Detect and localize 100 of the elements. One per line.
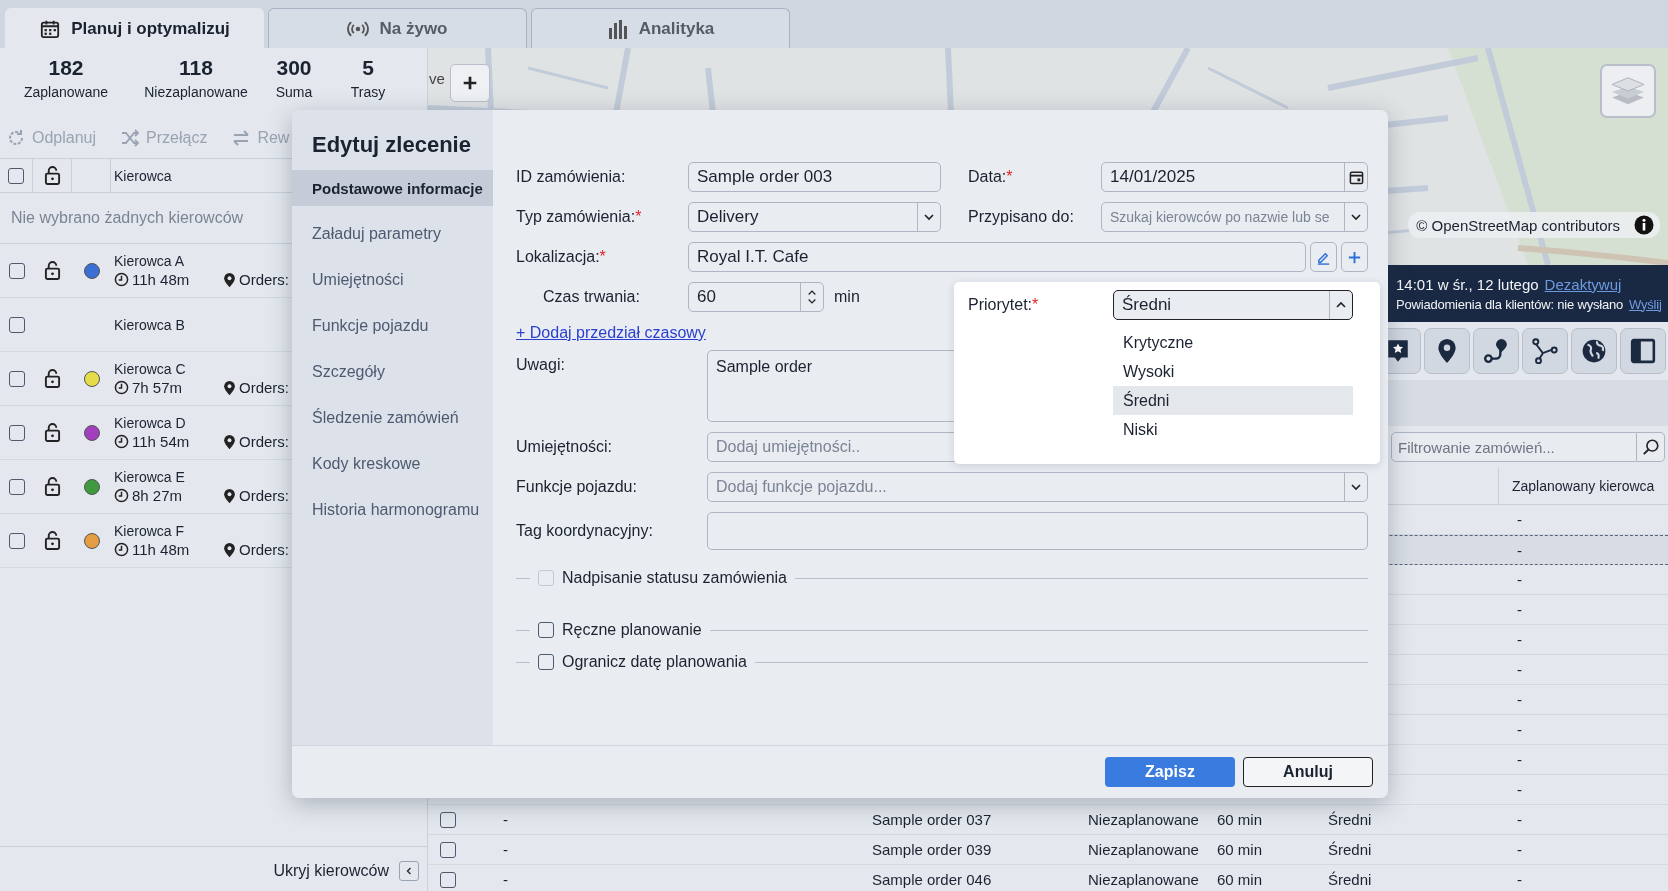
driver-name: Kierowca D xyxy=(114,415,186,431)
field-label: Typ zamówienia:* xyxy=(516,208,643,226)
chevron-down-icon xyxy=(923,211,935,223)
checkbox[interactable] xyxy=(8,262,25,279)
search-button[interactable] xyxy=(1637,432,1665,462)
filter-field[interactable]: Filtrowanie zamówień... xyxy=(1391,432,1637,462)
unit-label: min xyxy=(834,288,860,306)
column-header: Zaplanowany kierowca xyxy=(1512,478,1655,494)
collapse-button[interactable] xyxy=(399,861,419,881)
orders-label: Orders: xyxy=(239,541,289,558)
chevron-left-icon xyxy=(404,866,414,876)
orders-label: Orders: xyxy=(239,271,289,288)
tool-button[interactable] xyxy=(1571,328,1617,374)
table-row[interactable]: - Sample order 046 Niezaplanowane 60 min Średni - xyxy=(428,865,1668,891)
section-tab[interactable]: Kody kreskowe xyxy=(292,446,493,482)
clock-icon xyxy=(114,542,129,557)
checkbox[interactable] xyxy=(538,622,554,638)
globe-icon xyxy=(1581,338,1607,364)
section-tab[interactable]: Funkcje pojazdu xyxy=(292,308,493,344)
checkbox[interactable] xyxy=(538,654,554,670)
tool-button[interactable] xyxy=(1620,328,1666,374)
table-cell: - xyxy=(1517,691,1522,708)
checkbox[interactable] xyxy=(8,316,25,333)
field-label: ID zamówienia: xyxy=(516,168,627,186)
driver-name: Kierowca F xyxy=(114,523,185,539)
priority-option[interactable]: Średni xyxy=(1113,386,1353,415)
priority-select[interactable]: Średni xyxy=(1113,290,1353,320)
table-cell: - xyxy=(1517,841,1522,858)
checkbox[interactable] xyxy=(8,370,25,387)
table-cell: - xyxy=(1517,661,1522,678)
table-row[interactable]: - Sample order 039 Niezaplanowane 60 min Średni - xyxy=(428,835,1668,865)
date-field[interactable]: 14/01/2025 xyxy=(1101,162,1368,192)
checkbox[interactable] xyxy=(8,424,25,441)
calendar-icon[interactable] xyxy=(1348,169,1364,185)
tab[interactable]: Na żywo xyxy=(268,8,527,48)
location-field[interactable]: Royal I.T. Cafe xyxy=(688,242,1306,272)
driver-name: Kierowca E xyxy=(114,469,185,485)
notice-text: 14:01 w śr., 12 lutego xyxy=(1396,275,1539,293)
deactivate-link[interactable]: Dezaktywuj xyxy=(1544,275,1622,293)
save-button[interactable]: Zapisz xyxy=(1105,757,1235,787)
checkbox[interactable] xyxy=(440,871,456,888)
shuffle-icon xyxy=(120,128,141,148)
tool-button[interactable] xyxy=(1522,328,1568,374)
table-cell: - xyxy=(1517,721,1522,738)
checkbox[interactable] xyxy=(8,478,25,495)
tab[interactable]: Analityka xyxy=(531,8,790,48)
checkbox-label: Ogranicz datę planowania xyxy=(562,653,747,671)
table-row[interactable]: - Sample order 037 Niezaplanowane 60 min Średni - xyxy=(428,805,1668,835)
plus-icon xyxy=(461,74,479,92)
table-cell: Sample order 037 xyxy=(872,811,992,828)
notice-text: Powiadomienia dla klientów: nie wysłano xyxy=(1396,296,1624,312)
order-id-field[interactable]: Sample order 003 xyxy=(688,162,941,192)
section-tab[interactable]: Śledzenie zamówień xyxy=(292,400,493,436)
priority-option[interactable]: Wysoki xyxy=(1113,357,1353,386)
add-button[interactable] xyxy=(1341,242,1368,272)
info-icon[interactable] xyxy=(1634,215,1654,235)
section-tab[interactable]: Historia harmonogramu xyxy=(292,492,493,528)
section-tab[interactable]: Podstawowe informacje xyxy=(292,170,493,206)
table-cell: Średni xyxy=(1328,871,1372,888)
tab[interactable]: Planuj i optymalizuj xyxy=(5,8,264,48)
order-type-select[interactable]: Delivery xyxy=(688,202,941,232)
pin-icon xyxy=(223,271,236,288)
priority-option[interactable]: Krytyczne xyxy=(1113,328,1353,357)
add-time-window-link[interactable]: + Dodaj przedział czasowy xyxy=(516,324,706,342)
calendar-icon xyxy=(39,18,62,39)
zoom-in-button[interactable] xyxy=(450,64,490,102)
checkbox[interactable] xyxy=(8,532,25,549)
table-cell: Średni xyxy=(1328,841,1372,858)
lock-icon[interactable] xyxy=(44,369,61,388)
route-duration: 11h 54m xyxy=(132,433,191,450)
section-tab[interactable]: Umiejętności xyxy=(292,262,493,298)
stat-label: Suma xyxy=(275,84,313,100)
checkbox[interactable] xyxy=(440,811,456,828)
tool-button[interactable] xyxy=(1473,328,1519,374)
duration-field[interactable]: 60 xyxy=(688,282,824,312)
pin-icon xyxy=(223,487,236,504)
lock-icon[interactable] xyxy=(44,423,61,442)
priority-option[interactable]: Niski xyxy=(1113,415,1353,444)
stat-value: 5 xyxy=(362,56,374,80)
table-cell: Sample order 039 xyxy=(872,841,992,858)
cancel-button[interactable]: Anuluj xyxy=(1243,757,1373,787)
clock-icon xyxy=(114,380,129,395)
pin-icon xyxy=(223,433,236,450)
checkbox[interactable] xyxy=(440,841,456,858)
lock-icon[interactable] xyxy=(44,531,61,550)
edit-button[interactable] xyxy=(1310,242,1337,272)
layers-icon xyxy=(1609,75,1647,107)
driver-name: Kierowca C xyxy=(114,361,186,377)
table-cell: - xyxy=(1517,631,1522,648)
clock-icon xyxy=(114,434,129,449)
dialog-title: Edytuj zlecenie xyxy=(311,131,472,159)
send-link[interactable]: Wyślij xyxy=(1629,296,1662,312)
lock-icon[interactable] xyxy=(44,477,61,496)
checkbox[interactable] xyxy=(8,167,24,184)
spinner-icon[interactable] xyxy=(807,288,817,306)
field-label: Data:* xyxy=(967,168,1014,186)
coordination-tag-field[interactable] xyxy=(707,512,1368,550)
tool-button[interactable] xyxy=(1424,328,1470,374)
lock-icon[interactable] xyxy=(44,261,61,280)
section-tab[interactable]: Szczegóły xyxy=(292,354,493,390)
